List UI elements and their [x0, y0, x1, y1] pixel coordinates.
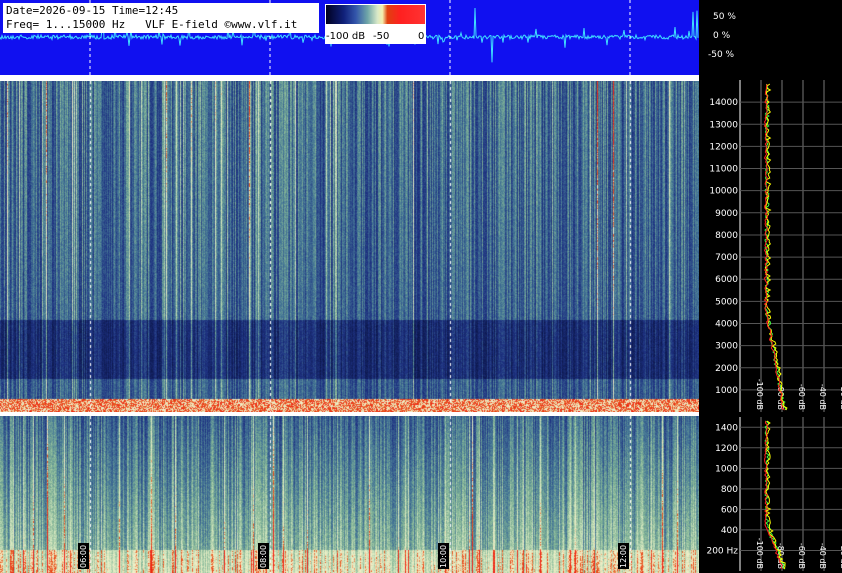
profile-bottom-plot: 140012001000800600400200 Hz -100 dB -80 dB…: [706, 417, 842, 571]
frequency-tick-label: 3000: [715, 342, 738, 352]
frequency-tick-label: 12000: [709, 142, 738, 152]
frequency-tick-label: 7000: [715, 253, 738, 263]
profile-trace-yellow: [764, 83, 788, 411]
frequency-tick-label: 11000: [709, 165, 738, 175]
profile-top-plot: 14000 13000 12000 11000 10000 9000 8000 7000 600…: [709, 80, 842, 412]
spectrogram-top: [0, 81, 699, 412]
db-tick-label: -100 dB: [755, 379, 764, 410]
colorbar-min-label: -100 dB: [326, 31, 366, 42]
frequency-tick-label: 5000: [715, 297, 738, 307]
db-tick-label: -40 dB: [818, 543, 827, 569]
waveform-panel: Date=2026-09-15 Time=12:45 Freq= 1...150…: [0, 0, 699, 75]
frequency-tick-label: 9000: [715, 209, 738, 219]
frequency-tick-label: 1400: [715, 423, 738, 433]
db-tick-label: -100 dB: [755, 538, 764, 569]
db-tick-label: -40 dB: [818, 384, 827, 410]
time-label: 12:00: [618, 543, 629, 569]
frequency-tick-label: 200 Hz: [706, 546, 738, 556]
frequency-tick-label: 4000: [715, 319, 738, 329]
time-label: 10:00: [438, 543, 449, 569]
colorbar-mid-label: -50: [373, 31, 390, 42]
info-box: Date=2026-09-15 Time=12:45 Freq= 1...150…: [3, 3, 319, 33]
frequency-tick-label: 1000: [715, 386, 738, 396]
spectrum-profile-top: 14000 13000 12000 11000 10000 9000 8000 7000 600…: [699, 75, 842, 415]
date-time-label: Date=2026-09-15 Time=12:45: [6, 4, 179, 17]
frequency-tick-label: 1200: [715, 444, 738, 454]
frequency-tick-label: 8000: [715, 231, 738, 241]
spectrogram-bottom: [0, 416, 699, 573]
waveform-scale-top: 50 %: [713, 12, 736, 22]
frequency-label: Freq= 1...15000 Hz VLF E-field ©www.vlf.…: [6, 18, 298, 31]
frequency-tick-label: 10000: [709, 187, 738, 197]
vlf-monitor-display: Date=2026-09-15 Time=12:45 Freq= 1...150…: [0, 0, 842, 573]
frequency-tick-label: 6000: [715, 275, 738, 285]
frequency-tick-label: 14000: [709, 98, 738, 108]
db-tick-label: -60 dB: [797, 384, 806, 410]
waveform-scale-zero: 0 %: [713, 31, 731, 41]
colorbar-gradient: [326, 5, 425, 24]
spectrum-profile-bottom: 1400 1200 1000 800 600 400 200 Hz -100 dB -80 dB…: [699, 415, 842, 573]
waveform-scale-bottom: -50 %: [708, 50, 735, 60]
frequency-tick-label: 2000: [715, 364, 738, 374]
db-tick-label: -60 dB: [797, 543, 806, 569]
time-label: 08:00: [258, 543, 269, 569]
colorbar-max-label: 0: [418, 31, 425, 42]
frequency-tick-label: 800: [721, 485, 738, 495]
frequency-tick-label: 400: [721, 526, 738, 536]
waveform-scale-panel: 50 % 0 % -50 %: [699, 0, 842, 75]
time-label: 06:00: [78, 543, 89, 569]
frequency-tick-label: 1000: [715, 464, 738, 474]
colorbar-legend: -100 dB -50 0: [325, 4, 426, 44]
frequency-tick-label: 600: [721, 505, 738, 515]
frequency-tick-label: 13000: [709, 120, 738, 130]
